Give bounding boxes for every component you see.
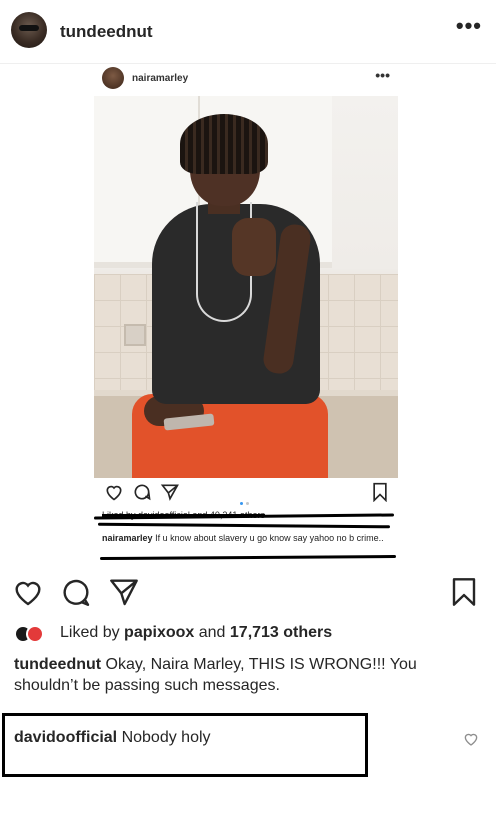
likes-row: Liked by papixoox and 17,713 others (14, 622, 332, 644)
embedded-share-icon (160, 484, 179, 501)
embedded-heart-icon (106, 485, 122, 501)
bookmark-icon[interactable] (448, 576, 480, 608)
embedded-comment-icon (134, 484, 151, 501)
comment-icon[interactable] (60, 576, 92, 608)
embedded-caption: nairamarley If u know about slavery u go… (102, 532, 394, 544)
carousel-dots (240, 492, 252, 505)
embedded-action-bar (94, 482, 400, 505)
comment-username[interactable]: davidoofficial (14, 729, 117, 746)
embedded-post-image: nairamarley ••• Liked by davidoofficial … (93, 64, 400, 564)
avatar[interactable] (11, 12, 47, 48)
likes-middle: and (198, 624, 226, 641)
action-bar (0, 576, 496, 610)
post-caption: tundeednut Okay, Naira Marley, THIS IS W… (14, 654, 484, 696)
post-username[interactable]: tundeednut (60, 22, 153, 42)
embedded-bookmark-icon (373, 482, 387, 502)
likes-prefix: Liked by (60, 624, 120, 641)
post-header: tundeednut ••• (0, 0, 496, 64)
embedded-caption-user: nairamarley (102, 533, 153, 543)
embedded-avatar (102, 67, 124, 89)
likes-count[interactable]: 17,713 others (230, 624, 332, 642)
embedded-caption-text: If u know about slavery u go know say ya… (155, 533, 384, 543)
liker-avatars (14, 623, 54, 643)
more-options-icon[interactable]: ••• (456, 15, 482, 37)
caption-username[interactable]: tundeednut (14, 656, 101, 673)
share-icon[interactable] (108, 576, 140, 608)
heart-icon[interactable] (12, 576, 44, 608)
embedded-more-icon: ••• (375, 67, 390, 83)
embedded-username: nairamarley (132, 73, 189, 84)
comment-text: Nobody holy (121, 729, 211, 746)
embedded-photo (94, 96, 398, 478)
comment: davidoofficial Nobody holy (14, 729, 211, 747)
comment-like-heart-icon[interactable] (462, 730, 480, 748)
likes-user[interactable]: papixoox (124, 624, 194, 642)
